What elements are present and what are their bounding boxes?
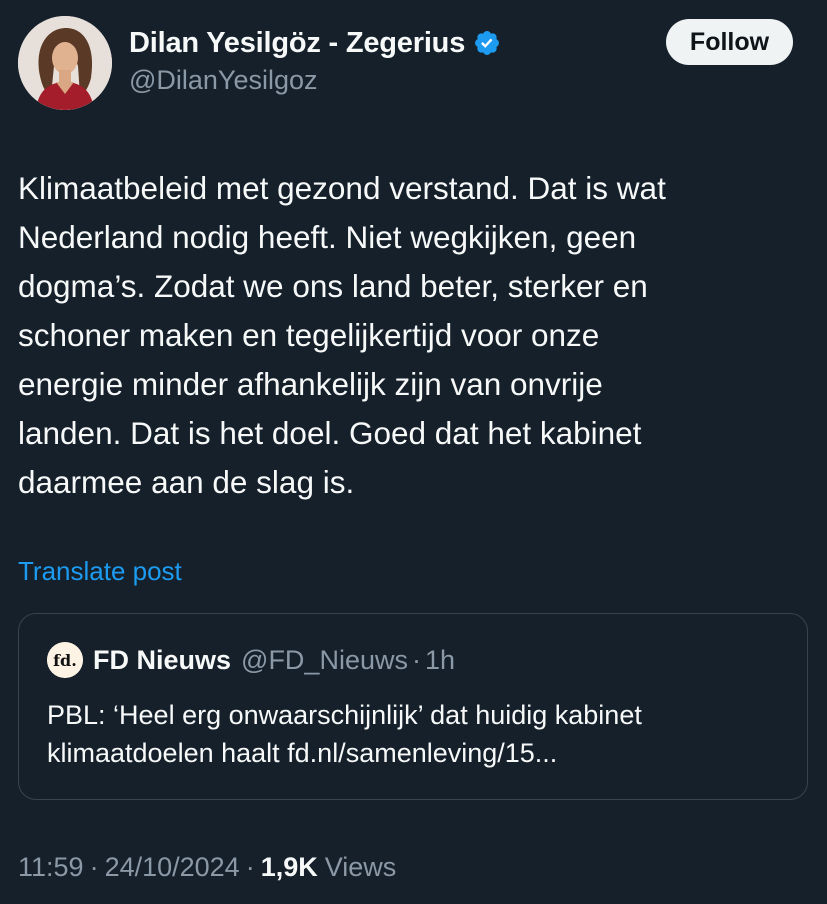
tweet-text-line: landen. Dat is het doel. Goed dat het ka… [18,415,642,451]
translate-post-link[interactable]: Translate post [18,556,182,587]
tweet-text-line: daarmee aan de slag is. [18,464,355,500]
profile-photo [18,16,112,110]
verified-badge-icon[interactable] [473,29,501,57]
tweet-text-line: energie minder afhankelijk zijn van onvr… [18,366,603,402]
quoted-post-time[interactable]: 1h [425,645,455,676]
author-display-name[interactable]: Dilan Yesilgöz - Zegerius [129,27,465,60]
quoted-text-line: klimaatdoelen haalt fd.nl/samenleving/15… [47,738,558,768]
post-time[interactable]: 11:59 [18,852,84,883]
follow-button[interactable]: Follow [666,19,793,65]
separator-dot: · [245,852,255,882]
quoted-author-avatar[interactable]: fd. [47,642,83,678]
quoted-author-name[interactable]: FD Nieuws [93,645,231,676]
post-meta: 11:59 · 24/10/2024 · 1,9K Views [18,852,396,883]
svg-text:fd.: fd. [53,651,77,670]
tweet-text-line: dogma’s. Zodat we ons land beter, sterke… [18,268,648,304]
tweet-text-line: Klimaatbeleid met gezond verstand. Dat i… [18,170,666,206]
quoted-post-header: fd. FD Nieuws @FD_Nieuws · 1h [47,642,455,678]
quoted-author-handle[interactable]: @FD_Nieuws [241,645,408,676]
fd-logo-icon: fd. [47,642,83,678]
post-date[interactable]: 24/10/2024 [105,852,240,883]
tweet-text-line: schoner maken en tegelijkertijd voor onz… [18,317,600,353]
author-avatar[interactable] [18,16,112,110]
quoted-post-card[interactable]: fd. FD Nieuws @FD_Nieuws · 1h PBL: ‘Heel… [18,613,808,800]
tweet-text: Klimaatbeleid met gezond verstand. Dat i… [18,164,798,507]
tweet-text-line: Nederland nodig heeft. Niet wegkijken, g… [18,219,637,255]
quoted-post-text: PBL: ‘Heel erg onwaarschijnlijk’ dat hui… [47,696,642,772]
views-label: Views [324,852,397,882]
separator-dot: · [89,852,99,882]
views-count: 1,9K [260,852,318,882]
separator-dot: · [411,644,421,675]
author-handle[interactable]: @DilanYesilgoz [129,65,318,96]
quoted-text-line: PBL: ‘Heel erg onwaarschijnlijk’ dat hui… [47,700,642,730]
author-name-row: Dilan Yesilgöz - Zegerius [129,24,501,62]
